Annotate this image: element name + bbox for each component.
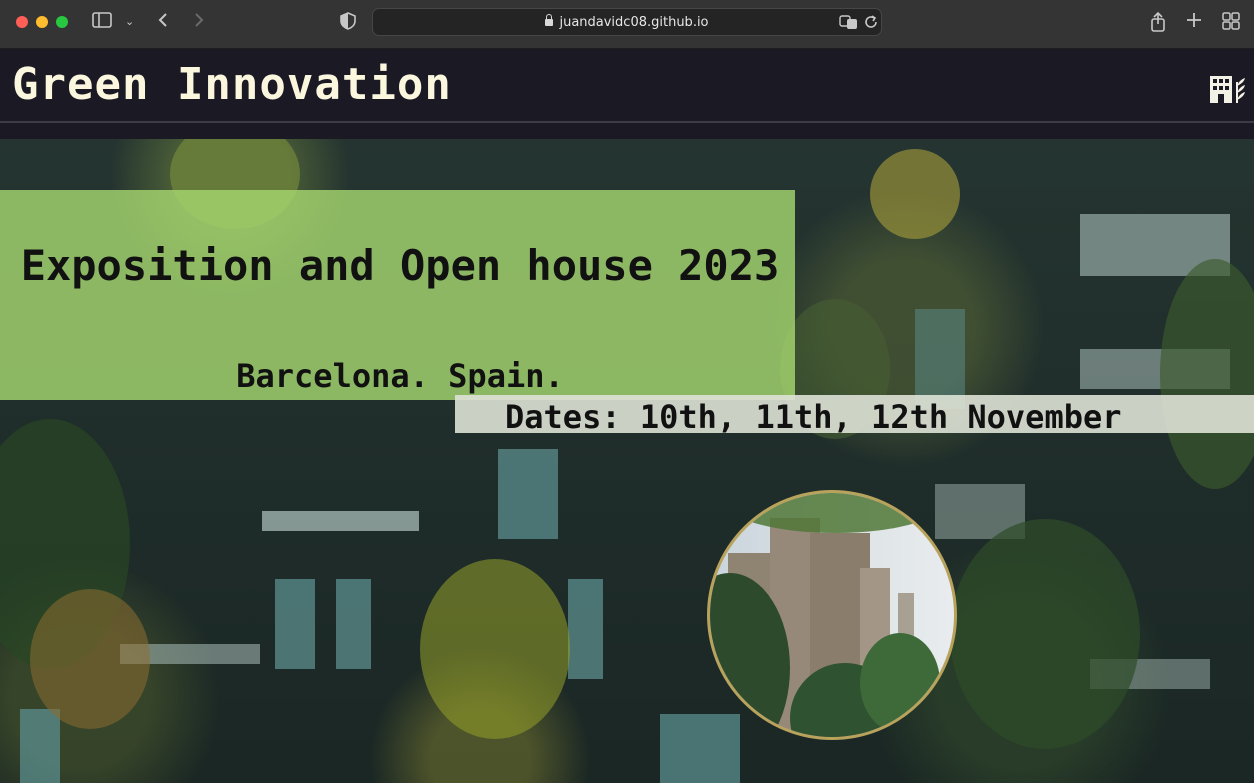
header-divider (0, 121, 1254, 123)
site-title[interactable]: Green Innovation (12, 57, 452, 113)
zoom-window-button[interactable] (56, 16, 68, 28)
event-dates: Dates: 10th, 11th, 12th November (505, 398, 1122, 436)
chevron-down-icon[interactable]: ⌄ (125, 12, 134, 32)
forward-icon[interactable] (193, 12, 205, 33)
tab-overview-icon[interactable] (1222, 12, 1240, 35)
minimize-window-button[interactable] (36, 16, 48, 28)
back-icon[interactable] (157, 12, 169, 33)
close-window-button[interactable] (16, 16, 28, 28)
new-tab-icon[interactable] (1186, 12, 1202, 33)
address-bar[interactable]: juandavidc08.github.io (372, 8, 882, 36)
url-text: juandavidc08.github.io (559, 15, 709, 30)
sidebar-icon[interactable] (92, 12, 112, 33)
lock-icon (545, 14, 554, 26)
building-leaf-icon[interactable] (1209, 74, 1247, 104)
sagrada-familia-image (707, 490, 957, 740)
share-icon[interactable] (1150, 11, 1166, 37)
event-location: Barcelona. Spain. (236, 357, 564, 395)
shield-icon[interactable] (340, 12, 356, 35)
event-title: Exposition and Open house 2023 (20, 241, 780, 290)
browser-toolbar: ⌄ juandavidc08.github.io (0, 0, 1254, 49)
translate-icon[interactable] (839, 14, 859, 34)
reload-icon[interactable] (863, 14, 879, 34)
